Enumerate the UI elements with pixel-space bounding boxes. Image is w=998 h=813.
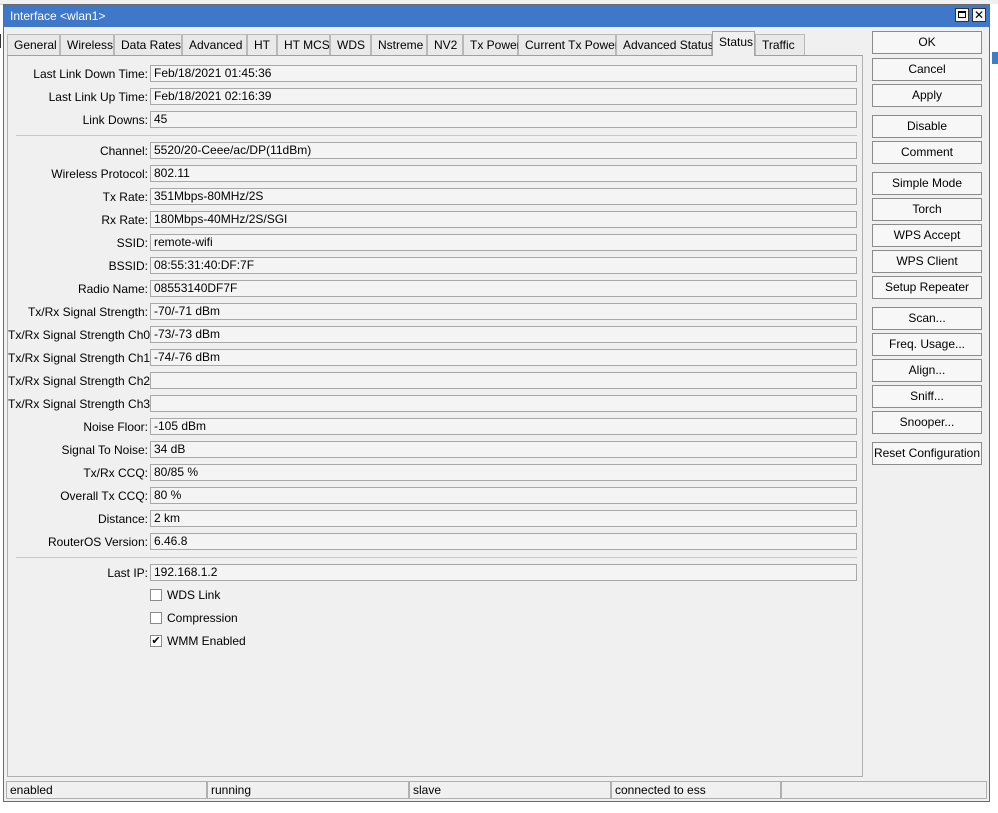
field-row: Tx Rate: 351Mbps-80MHz/2S (8, 188, 864, 206)
signal-strength-ch1-field[interactable]: -74/-76 dBm (150, 349, 857, 366)
routeros-version-field[interactable]: 6.46.8 (150, 533, 857, 550)
torch-button[interactable]: Torch (872, 198, 982, 221)
tx-rate-field[interactable]: 351Mbps-80MHz/2S (150, 188, 857, 205)
align-button[interactable]: Align... (872, 359, 982, 382)
signal-to-noise-field[interactable]: 34 dB (150, 441, 857, 458)
ok-button[interactable]: OK (872, 31, 982, 54)
window-title: Interface <wlan1> (10, 9, 106, 23)
field-row: Wireless Protocol: 802.11 (8, 165, 864, 183)
tab-ht[interactable]: HT (247, 34, 277, 55)
radio-name-field[interactable]: 08553140DF7F (150, 280, 857, 297)
field-row: Radio Name: 08553140DF7F (8, 280, 864, 298)
field-row: Last Link Up Time: Feb/18/2021 02:16:39 (8, 88, 864, 106)
wmm-enabled-checkbox[interactable]: ✔ (150, 635, 162, 647)
interface-dialog: Interface <wlan1> ✕ General Wireless Dat… (3, 4, 990, 802)
status-bar: enabled running slave connected to ess (4, 779, 989, 801)
signal-strength-field[interactable]: -70/-71 dBm (150, 303, 857, 320)
field-row: Tx/Rx Signal Strength Ch3: (8, 395, 864, 413)
apply-button[interactable]: Apply (872, 84, 982, 107)
status-slave: slave (409, 781, 611, 799)
separator (16, 557, 857, 558)
setup-repeater-button[interactable]: Setup Repeater (872, 276, 982, 299)
restore-button[interactable] (955, 8, 969, 22)
field-row: Distance: 2 km (8, 510, 864, 528)
status-panel: Last Link Down Time: Feb/18/2021 01:45:36… (7, 55, 863, 777)
tab-general[interactable]: General (7, 34, 60, 55)
signal-strength-ch3-field[interactable] (150, 395, 857, 412)
bssid-field[interactable]: 08:55:31:40:DF:7F (150, 257, 857, 274)
wireless-protocol-field[interactable]: 802.11 (150, 165, 857, 182)
overall-tx-ccq-field[interactable]: 80 % (150, 487, 857, 504)
field-row: Tx/Rx Signal Strength Ch1: -74/-76 dBm (8, 349, 864, 367)
tx-rx-ccq-field[interactable]: 80/85 % (150, 464, 857, 481)
tab-ht-mcs[interactable]: HT MCS (277, 34, 330, 55)
cancel-button[interactable]: Cancel (872, 58, 982, 81)
status-extra (781, 781, 987, 799)
status-running: running (207, 781, 409, 799)
field-row: Rx Rate: 180Mbps-40MHz/2S/SGI (8, 211, 864, 229)
last-link-up-time-field[interactable]: Feb/18/2021 02:16:39 (150, 88, 857, 105)
tab-tx-power[interactable]: Tx Power (463, 34, 521, 55)
tab-advanced-status[interactable]: Advanced Status (616, 34, 714, 55)
wds-link-checkbox[interactable] (150, 589, 162, 601)
scan-button[interactable]: Scan... (872, 307, 982, 330)
field-row: Last IP: 192.168.1.2 (8, 564, 864, 582)
field-row: Tx/Rx Signal Strength Ch0: -73/-73 dBm (8, 326, 864, 344)
tab-wds[interactable]: WDS (330, 34, 371, 55)
field-row: BSSID: 08:55:31:40:DF:7F (8, 257, 864, 275)
disable-button[interactable]: Disable (872, 115, 982, 138)
field-row: SSID: remote-wifi (8, 234, 864, 252)
status-connection: connected to ess (611, 781, 781, 799)
field-row: Overall Tx CCQ: 80 % (8, 487, 864, 505)
ssid-field[interactable]: remote-wifi (150, 234, 857, 251)
tab-wireless[interactable]: Wireless (60, 34, 114, 55)
channel-field[interactable]: 5520/20-Ceee/ac/DP(11dBm) (150, 142, 857, 159)
checkmark-icon: ✔ (151, 635, 161, 647)
background-selection-mark (992, 52, 998, 64)
field-row: RouterOS Version: 6.46.8 (8, 533, 864, 551)
close-icon: ✕ (973, 8, 985, 22)
comment-button[interactable]: Comment (872, 141, 982, 164)
status-enabled: enabled (6, 781, 207, 799)
tab-advanced[interactable]: Advanced (182, 34, 247, 55)
field-row: Tx/Rx Signal Strength Ch2: (8, 372, 864, 390)
rx-rate-field[interactable]: 180Mbps-40MHz/2S/SGI (150, 211, 857, 228)
tab-traffic[interactable]: Traffic (755, 34, 805, 55)
snooper-button[interactable]: Snooper... (872, 411, 982, 434)
simple-mode-button[interactable]: Simple Mode (872, 172, 982, 195)
field-row: Channel: 5520/20-Ceee/ac/DP(11dBm) (8, 142, 864, 160)
field-row: Link Downs: 45 (8, 111, 864, 129)
field-row: Tx/Rx Signal Strength: -70/-71 dBm (8, 303, 864, 321)
title-bar[interactable]: Interface <wlan1> ✕ (4, 5, 989, 27)
wps-accept-button[interactable]: WPS Accept (872, 224, 982, 247)
background-window-right (990, 4, 998, 813)
reset-configuration-button[interactable]: Reset Configuration (872, 442, 982, 465)
tab-nv2[interactable]: NV2 (427, 34, 463, 55)
compression-checkbox[interactable] (150, 612, 162, 624)
signal-strength-ch0-field[interactable]: -73/-73 dBm (150, 326, 857, 343)
link-downs-field[interactable]: 45 (150, 111, 857, 128)
field-row: Signal To Noise: 34 dB (8, 441, 864, 459)
tab-status[interactable]: Status (712, 31, 755, 56)
signal-strength-ch2-field[interactable] (150, 372, 857, 389)
noise-floor-field[interactable]: -105 dBm (150, 418, 857, 435)
tab-data-rates[interactable]: Data Rates (114, 34, 182, 55)
sniff-button[interactable]: Sniff... (872, 385, 982, 408)
wps-client-button[interactable]: WPS Client (872, 250, 982, 273)
tab-nstreme[interactable]: Nstreme (371, 34, 427, 55)
separator (16, 135, 857, 136)
field-row: Noise Floor: -105 dBm (8, 418, 864, 436)
field-row: Last Link Down Time: Feb/18/2021 01:45:36 (8, 65, 864, 83)
distance-field[interactable]: 2 km (150, 510, 857, 527)
close-button[interactable]: ✕ (972, 8, 986, 22)
last-link-down-time-field[interactable]: Feb/18/2021 01:45:36 (150, 65, 857, 82)
field-row: Tx/Rx CCQ: 80/85 % (8, 464, 864, 482)
tab-current-tx-power[interactable]: Current Tx Power (518, 34, 619, 55)
freq-usage-button[interactable]: Freq. Usage... (872, 333, 982, 356)
last-ip-field[interactable]: 192.168.1.2 (150, 564, 857, 581)
